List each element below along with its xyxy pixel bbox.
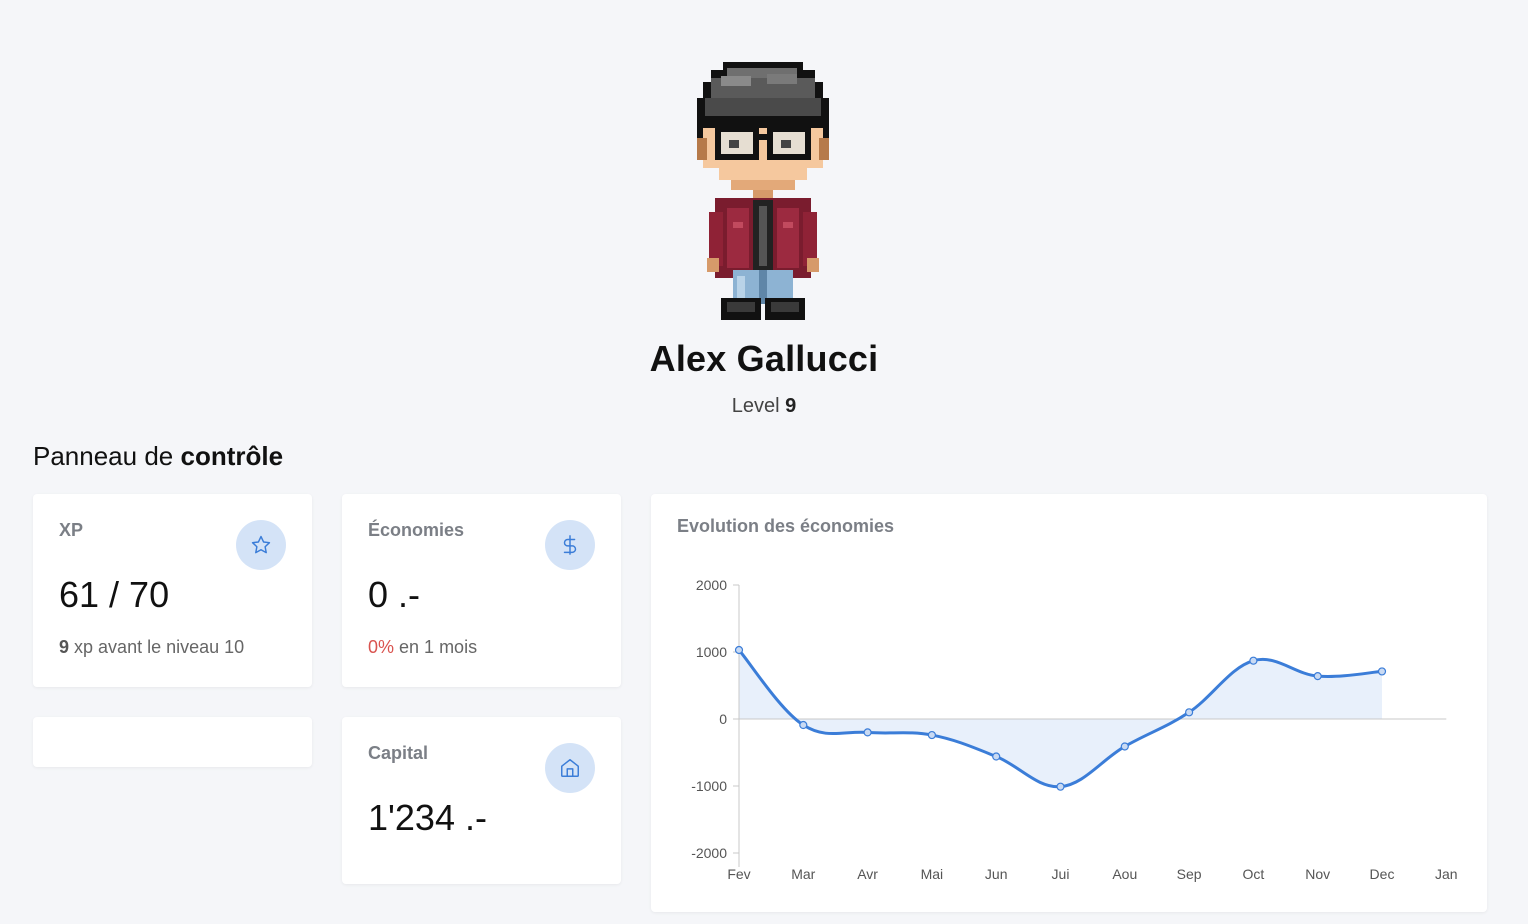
data-point <box>799 720 808 730</box>
economies-sub: 0% en 1 mois <box>368 637 477 658</box>
y-tick-label: -2000 <box>691 845 727 861</box>
x-tick-label: Nov <box>1305 866 1330 882</box>
x-tick-label: Sep <box>1177 866 1202 882</box>
economies-label: Économies <box>368 520 465 540</box>
y-tick-label: 0 <box>719 711 727 727</box>
xp-remaining: 9 <box>59 637 70 657</box>
data-point <box>1120 742 1129 751</box>
x-tick-label: Mai <box>921 866 944 882</box>
xp-sub-text: xp avant le niveau 10 <box>74 637 245 657</box>
data-point <box>734 645 744 655</box>
data-point <box>992 752 1001 761</box>
y-tick-label: 2000 <box>696 577 727 593</box>
xp-card: XP 61 / 70 9 xp avant le niveau 10 <box>33 494 312 687</box>
data-point <box>1184 708 1194 717</box>
data-point <box>863 728 872 737</box>
capital-card: Capital 1'234 .- <box>342 717 621 884</box>
economies-value: 0 .- <box>368 574 421 615</box>
economies-percent: 0% <box>368 637 395 657</box>
data-point <box>1249 656 1258 665</box>
page-title: Panneau de contrôle <box>33 441 283 472</box>
y-tick-label: 1000 <box>696 644 727 660</box>
y-tick-label: -1000 <box>691 778 727 794</box>
data-point <box>927 730 936 740</box>
x-tick-label: Fev <box>727 866 750 882</box>
x-tick-label: Jan <box>1435 866 1458 882</box>
panel-title-prefix: Panneau de <box>33 441 174 471</box>
x-tick-label: Jun <box>985 866 1008 882</box>
level-label: Level <box>731 395 780 417</box>
capital-label: Capital <box>368 743 429 763</box>
x-tick-label: Dec <box>1370 866 1395 882</box>
x-tick-label: Mar <box>791 866 815 882</box>
xp-value: 61 / 70 <box>59 574 170 615</box>
dollar-icon <box>545 520 595 570</box>
economies-sub-text: en 1 mois <box>399 637 478 657</box>
economies-card: Économies 0 .- 0% en 1 mois <box>342 494 621 687</box>
x-tick-label: Avr <box>857 866 878 882</box>
xp-label: XP <box>59 520 84 540</box>
empty-card <box>33 717 312 767</box>
x-tick-label: Aou <box>1112 866 1137 882</box>
x-tick-label: Jui <box>1052 866 1070 882</box>
data-point <box>1056 782 1065 791</box>
data-point <box>1377 667 1387 676</box>
xp-sub: 9 xp avant le niveau 10 <box>59 637 244 658</box>
level-value: 9 <box>785 395 797 417</box>
x-tick-label: Oct <box>1243 866 1265 882</box>
panel-title-bold: contrôle <box>180 441 284 471</box>
chart-card: Evolution des économies 2000 1000 0 -1000 -2… <box>651 494 1487 912</box>
profile-name: Alex Gallucci <box>649 338 879 379</box>
series-area <box>739 649 1382 787</box>
avatar <box>697 62 829 320</box>
profile-level: Level 9 <box>0 395 1528 418</box>
capital-value: 1'234 .- <box>368 797 487 838</box>
data-point <box>1313 672 1322 681</box>
home-icon <box>545 743 595 793</box>
star-icon <box>236 520 286 570</box>
savings-chart: 2000 1000 0 -1000 -2000Fev Mar Avr Mai Jun Jui Aou… <box>691 577 1458 882</box>
